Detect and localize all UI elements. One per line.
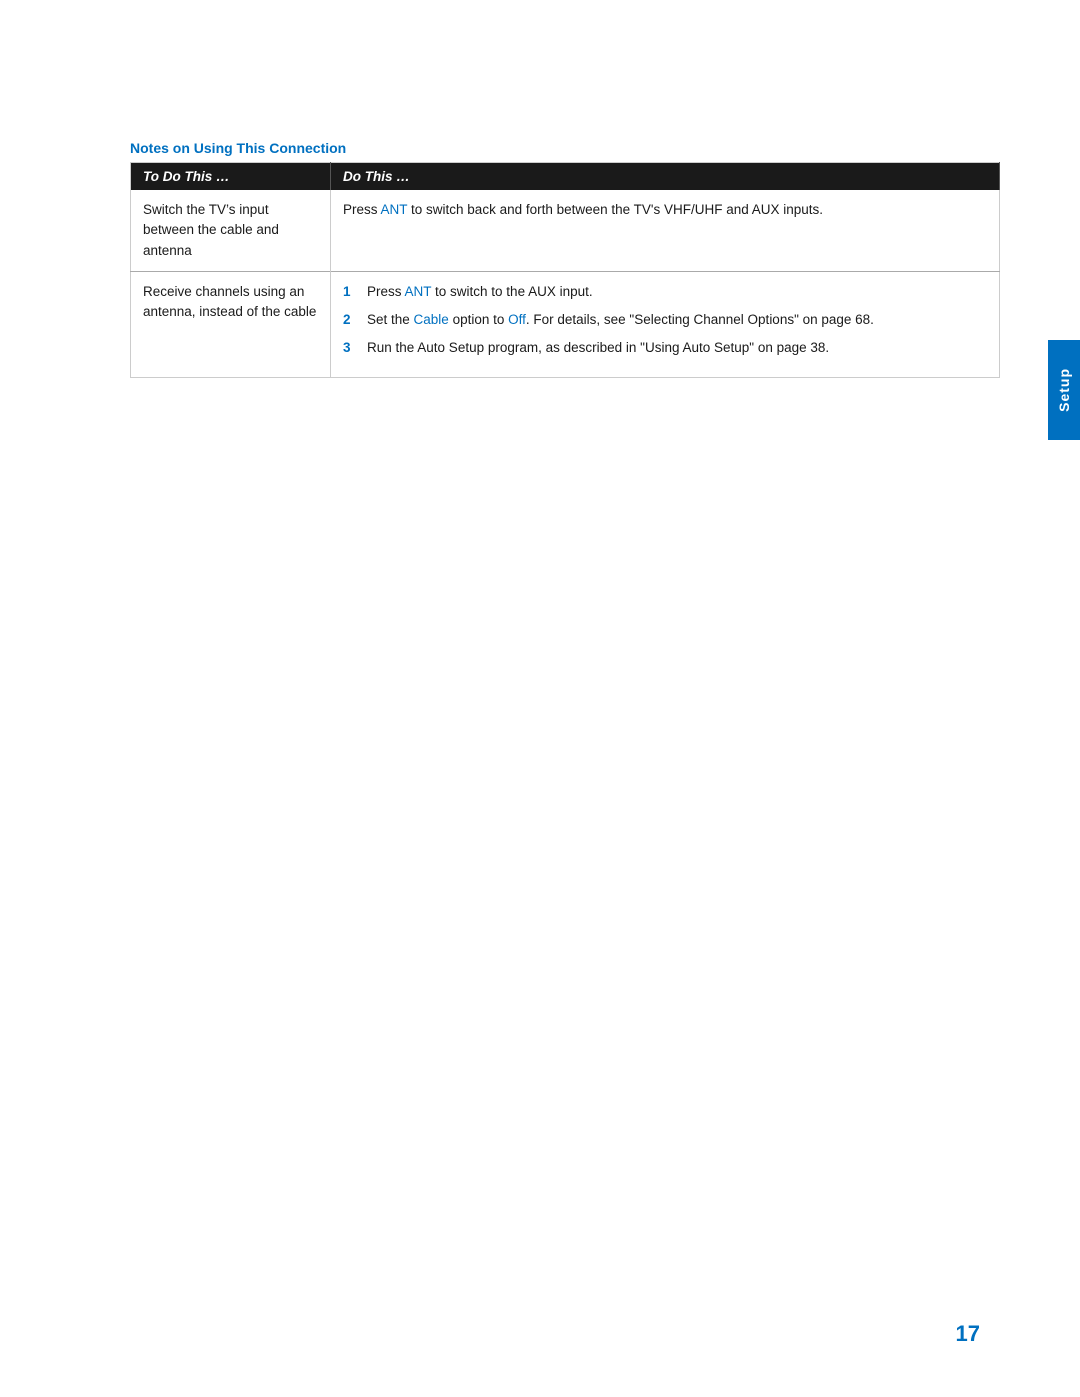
table-row: Receive channels using an antenna, inste… <box>131 271 1000 377</box>
ant-highlight-1: ANT <box>381 202 408 217</box>
side-tab-label: Setup <box>1056 368 1072 412</box>
step-3: 3 Run the Auto Setup program, as describ… <box>343 338 987 358</box>
cable-highlight: Cable <box>414 312 449 327</box>
table-row: Switch the TV’s input between the cable … <box>131 190 1000 271</box>
side-tab: Setup <box>1048 340 1080 440</box>
section-title: Notes on Using This Connection <box>130 140 1000 156</box>
step-1: 1 Press ANT to switch to the AUX input. <box>343 282 987 302</box>
page-content: Notes on Using This Connection To Do Thi… <box>130 140 1000 1317</box>
table-header-row: To Do This … Do This … <box>131 163 1000 191</box>
ant-highlight-2: ANT <box>405 284 432 299</box>
row2-col1: Receive channels using an antenna, inste… <box>131 271 331 377</box>
col2-header: Do This … <box>331 163 1000 191</box>
row2-col2: 1 Press ANT to switch to the AUX input. … <box>331 271 1000 377</box>
step-2: 2 Set the Cable option to Off. For detai… <box>343 310 987 330</box>
row1-col1: Switch the TV’s input between the cable … <box>131 190 331 271</box>
off-highlight: Off <box>508 312 526 327</box>
steps-list: 1 Press ANT to switch to the AUX input. … <box>343 282 987 359</box>
row1-col2: Press ANT to switch back and forth betwe… <box>331 190 1000 271</box>
page-number: 17 <box>956 1321 980 1347</box>
notes-table: To Do This … Do This … Switch the TV’s i… <box>130 162 1000 378</box>
col1-header: To Do This … <box>131 163 331 191</box>
